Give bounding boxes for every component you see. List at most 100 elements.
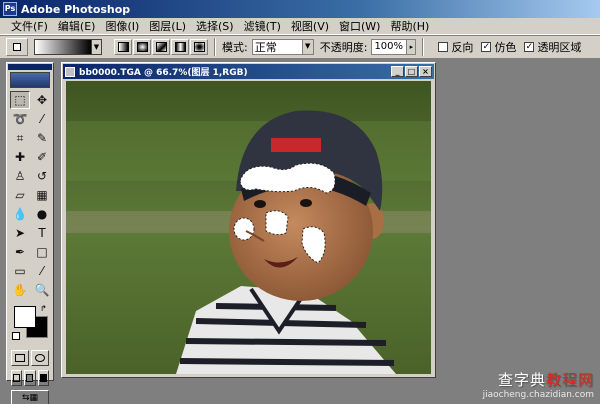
notes-tool-button[interactable]: ▭ — [10, 262, 30, 280]
reflected-gradient-icon — [174, 42, 186, 52]
tool-grid: ⬚ ✥ ➰ ⁄ ⌗ ✎ ✚ ✐ ♙ ↺ ▱ ▦ 💧 ● ➤ T ✒ □ ▭ ⁄ ✋ 🔍 — [7, 90, 53, 300]
mode-select[interactable]: 正常 ▼ — [251, 39, 314, 55]
opacity-slider-arrow-icon[interactable]: ▸ — [407, 39, 417, 55]
angle-gradient-button[interactable] — [152, 39, 170, 55]
linear-gradient-button[interactable] — [114, 39, 132, 55]
menubar: 文件(F) 编辑(E) 图像(I) 图层(L) 选择(S) 滤镜(T) 视图(V… — [0, 18, 600, 35]
path-select-tool-button[interactable]: ➤ — [10, 224, 30, 242]
transparency-checkbox-box[interactable]: ✓ — [524, 42, 535, 52]
menu-view[interactable]: 视图(V) — [286, 18, 334, 34]
minimize-button[interactable]: _ — [391, 66, 404, 77]
type-tool-button[interactable]: T — [32, 224, 52, 242]
clone-stamp-icon: ♙ — [14, 169, 26, 183]
menu-file[interactable]: 文件(F) — [6, 18, 53, 34]
chevron-down-icon: ▼ — [301, 40, 313, 54]
path-select-tool-icon: ➤ — [14, 226, 26, 240]
eraser-tool-button[interactable]: ▱ — [10, 186, 30, 204]
radial-gradient-button[interactable] — [133, 39, 151, 55]
options-bar: ▼ 模式: 正常 ▼ 不透明度: 100% ▸ 反向 ✓ 仿色 ✓ 透明区域 — [0, 35, 600, 59]
gradient-tool-button[interactable]: ▦ — [32, 186, 52, 204]
options-separator — [214, 38, 216, 56]
watermark-section: 教程网 — [545, 371, 594, 389]
opacity-label: 不透明度: — [319, 41, 368, 54]
screen-mode-full-menu-button[interactable] — [24, 370, 36, 386]
reverse-checkbox[interactable]: 反向 — [438, 39, 473, 55]
mode-label: 模式: — [222, 41, 248, 54]
marquee-tool-button[interactable]: ⬚ — [10, 91, 30, 109]
menu-filter[interactable]: 滤镜(T) — [239, 18, 286, 34]
transparency-checkbox[interactable]: ✓ 透明区域 — [524, 39, 581, 55]
hand-tool-button[interactable]: ✋ — [10, 281, 30, 299]
maximize-button[interactable]: □ — [405, 66, 418, 77]
healing-brush-icon: ✚ — [14, 150, 26, 164]
screen-mode-row — [7, 368, 53, 388]
menu-layer[interactable]: 图层(L) — [144, 18, 191, 34]
clone-stamp-button[interactable]: ♙ — [10, 167, 30, 185]
screen-mode-full-button[interactable] — [37, 370, 49, 386]
reverse-label: 反向 — [451, 41, 474, 54]
watermark: 查字典教程网 jiaocheng.chazidian.com — [483, 369, 594, 400]
history-brush-button[interactable]: ↺ — [32, 167, 52, 185]
pen-tool-icon: ✒ — [14, 245, 26, 259]
close-button[interactable]: × — [419, 66, 432, 77]
reflected-gradient-button[interactable] — [171, 39, 189, 55]
gradient-preview[interactable] — [34, 39, 92, 55]
shape-tool-button[interactable]: □ — [32, 243, 52, 261]
watermark-brand: 查字典 — [497, 371, 546, 389]
image-canvas[interactable] — [66, 81, 431, 374]
dither-checkbox[interactable]: ✓ 仿色 — [481, 39, 516, 55]
pen-tool-button[interactable]: ✒ — [10, 243, 30, 261]
screen-standard-icon — [13, 374, 21, 382]
healing-brush-button[interactable]: ✚ — [10, 148, 30, 166]
quickmask-mode-icon — [35, 354, 45, 362]
blur-tool-icon: 💧 — [12, 207, 28, 221]
default-colors-icon[interactable] — [12, 332, 20, 340]
menu-edit[interactable]: 编辑(E) — [53, 18, 101, 34]
menu-window[interactable]: 窗口(W) — [334, 18, 385, 34]
radial-gradient-icon — [136, 42, 148, 52]
zoom-tool-button[interactable]: 🔍 — [32, 281, 52, 299]
mode-value: 正常 — [254, 41, 277, 54]
menu-select[interactable]: 选择(S) — [191, 18, 239, 34]
dither-checkbox-box[interactable]: ✓ — [481, 42, 492, 52]
menu-help[interactable]: 帮助(H) — [385, 18, 434, 34]
standard-mode-button[interactable] — [11, 350, 29, 366]
brush-tool-button[interactable]: ✐ — [32, 148, 52, 166]
lasso-tool-button[interactable]: ➰ — [10, 110, 30, 128]
magic-wand-tool-button[interactable]: ⁄ — [32, 110, 52, 128]
tool-preset-button[interactable] — [6, 38, 28, 56]
watermark-url: jiaocheng.chazidian.com — [482, 390, 594, 400]
reverse-checkbox-box[interactable] — [438, 42, 449, 52]
opacity-input[interactable]: 100% — [371, 39, 408, 55]
diamond-gradient-button[interactable] — [190, 39, 208, 55]
gradient-tool-preset-icon — [13, 43, 21, 51]
photoshop-logo[interactable] — [10, 72, 50, 88]
gradient-type-group — [114, 39, 208, 55]
blur-tool-button[interactable]: 💧 — [10, 205, 30, 223]
move-tool-icon: ✥ — [36, 93, 48, 107]
lasso-tool-icon: ➰ — [12, 112, 28, 126]
gradient-picker-arrow-icon[interactable]: ▼ — [92, 39, 102, 55]
quickmask-mode-button[interactable] — [31, 350, 49, 366]
eyedropper-tool-button[interactable]: ⁄ — [32, 262, 52, 280]
menu-image[interactable]: 图像(I) — [100, 18, 144, 34]
slice-tool-button[interactable]: ✎ — [32, 129, 52, 147]
crop-tool-button[interactable]: ⌗ — [10, 129, 30, 147]
angle-gradient-icon — [155, 42, 167, 52]
crop-tool-icon: ⌗ — [16, 130, 24, 145]
foreground-color-swatch[interactable] — [14, 306, 36, 328]
jump-to-imageready-button[interactable]: ⇆▦ — [11, 390, 49, 404]
toolbox-header[interactable] — [8, 64, 52, 70]
type-tool-icon: T — [38, 226, 46, 240]
document-titlebar[interactable]: bb0000.TGA @ 66.7%(图层 1,RGB) _ □ × — [63, 64, 434, 79]
swap-colors-icon[interactable]: ↱ — [40, 304, 47, 313]
linear-gradient-icon — [117, 42, 129, 52]
gradient-tool-icon: ▦ — [36, 188, 48, 202]
transparency-label: 透明区域 — [537, 41, 582, 54]
move-tool-button[interactable]: ✥ — [32, 91, 52, 109]
standard-mode-icon — [15, 354, 25, 362]
dither-label: 仿色 — [494, 41, 517, 54]
dodge-tool-button[interactable]: ● — [32, 205, 52, 223]
eraser-tool-icon: ▱ — [15, 188, 25, 202]
screen-mode-standard-button[interactable] — [11, 370, 23, 386]
